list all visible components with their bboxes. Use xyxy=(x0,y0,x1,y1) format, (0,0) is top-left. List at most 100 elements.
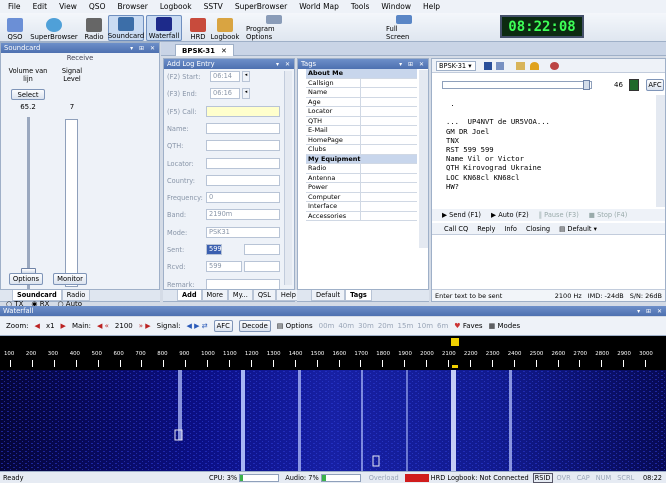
mode-select[interactable]: BPSK-31 ▾ xyxy=(436,61,476,71)
rsid-indicator[interactable]: RSID xyxy=(532,472,553,483)
band-span-button[interactable]: 10m xyxy=(417,322,433,330)
sent-extra-field[interactable] xyxy=(244,244,280,255)
tx-input[interactable] xyxy=(432,237,665,283)
menu-item[interactable]: QSO xyxy=(81,2,110,11)
tab-default[interactable]: Default xyxy=(311,290,346,301)
tab-add[interactable]: Add xyxy=(177,290,202,301)
menu-item[interactable]: SSTV xyxy=(196,2,227,11)
soundcard-toolbar-button[interactable]: Soundcard xyxy=(108,15,144,41)
rx-text-area[interactable]: . ... UP4NVT de UR5VOA... GM DR Joel TNX RST… xyxy=(432,99,654,203)
tags-row[interactable]: Radio xyxy=(306,164,417,174)
tags-row[interactable]: Callsign xyxy=(306,78,417,88)
tab-tags[interactable]: Tags xyxy=(345,290,372,301)
menu-item[interactable]: View xyxy=(51,2,81,11)
tags-row[interactable]: Antenna xyxy=(306,173,417,183)
tab-bpsk31[interactable]: BPSK-31 ✕ xyxy=(175,44,234,56)
log-scrollbar[interactable] xyxy=(284,71,292,285)
waterfall-spectrum[interactable] xyxy=(0,370,666,471)
decode-button[interactable]: Decode xyxy=(238,320,271,332)
tab-my[interactable]: My... xyxy=(227,290,253,301)
waterfall-toolbar-button[interactable]: Waterfall xyxy=(146,15,182,41)
pause-button[interactable]: ‖ Pause (F3) xyxy=(539,211,579,219)
radio-button[interactable]: Radio xyxy=(83,15,105,41)
modes-button[interactable]: ▦ Modes xyxy=(489,322,521,330)
zoom-value[interactable]: x1 xyxy=(46,322,55,330)
tags-row[interactable]: Power xyxy=(306,183,417,193)
band-span-button[interactable]: 30m xyxy=(358,322,374,330)
full-screen-button[interactable]: Full Screen xyxy=(386,15,422,41)
log-field-input[interactable]: 599 xyxy=(206,244,222,255)
tags-row[interactable]: Computer xyxy=(306,192,417,202)
log-field-input[interactable]: PSK31 xyxy=(206,226,280,238)
options-button[interactable]: Options xyxy=(9,273,43,285)
zoom-in-icon[interactable]: ▶ xyxy=(61,322,66,330)
time-now-button[interactable]: ◂ xyxy=(242,88,250,100)
log-field-input[interactable]: 06:16 xyxy=(210,88,240,100)
tags-scrollbar[interactable] xyxy=(419,70,428,248)
superbrowser-button[interactable]: SuperBrowser xyxy=(30,15,78,41)
tab-qsl[interactable]: QSL xyxy=(252,290,276,301)
clock-icon[interactable] xyxy=(550,62,559,70)
band-span-button[interactable]: 00m xyxy=(319,322,335,330)
tags-row[interactable]: Name xyxy=(306,88,417,98)
macro-closing[interactable]: Closing xyxy=(526,225,550,233)
tab-more[interactable]: More xyxy=(201,290,228,301)
tags-row[interactable]: Age xyxy=(306,97,417,107)
rx-scrollbar[interactable] xyxy=(656,95,665,207)
log-field-input[interactable] xyxy=(206,122,280,134)
tags-row[interactable]: Interface xyxy=(306,202,417,212)
volume-slider-track[interactable] xyxy=(27,117,30,289)
log-field-input[interactable] xyxy=(206,174,280,186)
zoom-out-icon[interactable]: ◀ xyxy=(35,322,40,330)
log-field-input[interactable]: 0 xyxy=(206,192,280,204)
faves-button[interactable]: ♥ Faves xyxy=(454,322,482,330)
close-icon[interactable]: ✕ xyxy=(221,47,227,55)
log-field-input[interactable] xyxy=(206,278,280,290)
tags-row[interactable]: Clubs xyxy=(306,145,417,155)
log-field-input[interactable]: 599 xyxy=(206,261,242,273)
tags-row[interactable]: Accessories xyxy=(306,211,417,221)
band-span-button[interactable]: 40m xyxy=(338,322,354,330)
tags-row[interactable]: QTH xyxy=(306,116,417,126)
bell-icon[interactable] xyxy=(530,62,539,70)
auto-button[interactable]: ▶ Auto (F2) xyxy=(491,211,529,219)
qso-button[interactable]: QSO xyxy=(4,15,26,41)
tab-soundcard[interactable]: Soundcard xyxy=(12,290,62,301)
log-field-input[interactable] xyxy=(206,105,280,117)
tags-row[interactable]: HomePage xyxy=(306,135,417,145)
macro-call-cq[interactable]: Call CQ xyxy=(444,225,468,233)
menu-item[interactable]: SuperBrowser xyxy=(227,2,291,11)
macro-reply[interactable]: Reply xyxy=(477,225,495,233)
waterfall-display[interactable]: 100 200 300 400 500 600 700 800 900 1000 1100 1200 1… xyxy=(0,336,666,471)
signal-nav-icon[interactable]: ◀ ▶ ⇄ xyxy=(187,322,208,330)
rcvd-extra-field[interactable] xyxy=(244,261,280,273)
log-field-input[interactable] xyxy=(206,157,280,169)
macro-info[interactable]: Info xyxy=(504,225,516,233)
main-step-forward-icon[interactable]: » ▶ xyxy=(139,322,151,330)
menu-item[interactable]: Help xyxy=(415,2,444,11)
band-span-button[interactable]: 6m xyxy=(437,322,448,330)
afc-button[interactable]: AFC xyxy=(213,320,233,332)
log-field-input[interactable]: 2190m xyxy=(206,209,280,221)
macro-default[interactable]: ▤ Default ▾ xyxy=(559,225,597,233)
panel-controls-icon[interactable]: ▾ ⊞ ✕ xyxy=(399,61,428,68)
menu-item[interactable]: File xyxy=(0,2,25,11)
log-field-input[interactable] xyxy=(206,140,280,152)
menu-item[interactable]: Window xyxy=(373,2,415,11)
select-button[interactable]: Select xyxy=(11,89,45,100)
send-button[interactable]: ▶ Send (F1) xyxy=(442,211,481,219)
frequency-scale[interactable]: 100 200 300 400 500 600 700 800 900 1000 1100 1200 1… xyxy=(0,336,666,368)
menu-item[interactable]: Browser xyxy=(109,2,151,11)
tags-row[interactable]: Locator xyxy=(306,107,417,117)
find-icon[interactable] xyxy=(496,62,504,70)
program-options-button[interactable]: Program Options xyxy=(246,15,302,41)
main-step-back-icon[interactable]: ◀ « xyxy=(97,322,109,330)
tab-radio[interactable]: Radio xyxy=(61,290,91,301)
tx-level-slider[interactable] xyxy=(442,80,592,90)
panel-controls-icon[interactable]: ▾ ✕ xyxy=(276,61,294,68)
tuning-marker-icon[interactable] xyxy=(451,338,459,346)
menu-item[interactable]: Tools xyxy=(343,2,373,11)
main-frequency[interactable]: 2100 xyxy=(115,322,133,330)
hrd-button[interactable]: HRD xyxy=(188,15,208,41)
tags-row[interactable]: E-Mail xyxy=(306,126,417,136)
